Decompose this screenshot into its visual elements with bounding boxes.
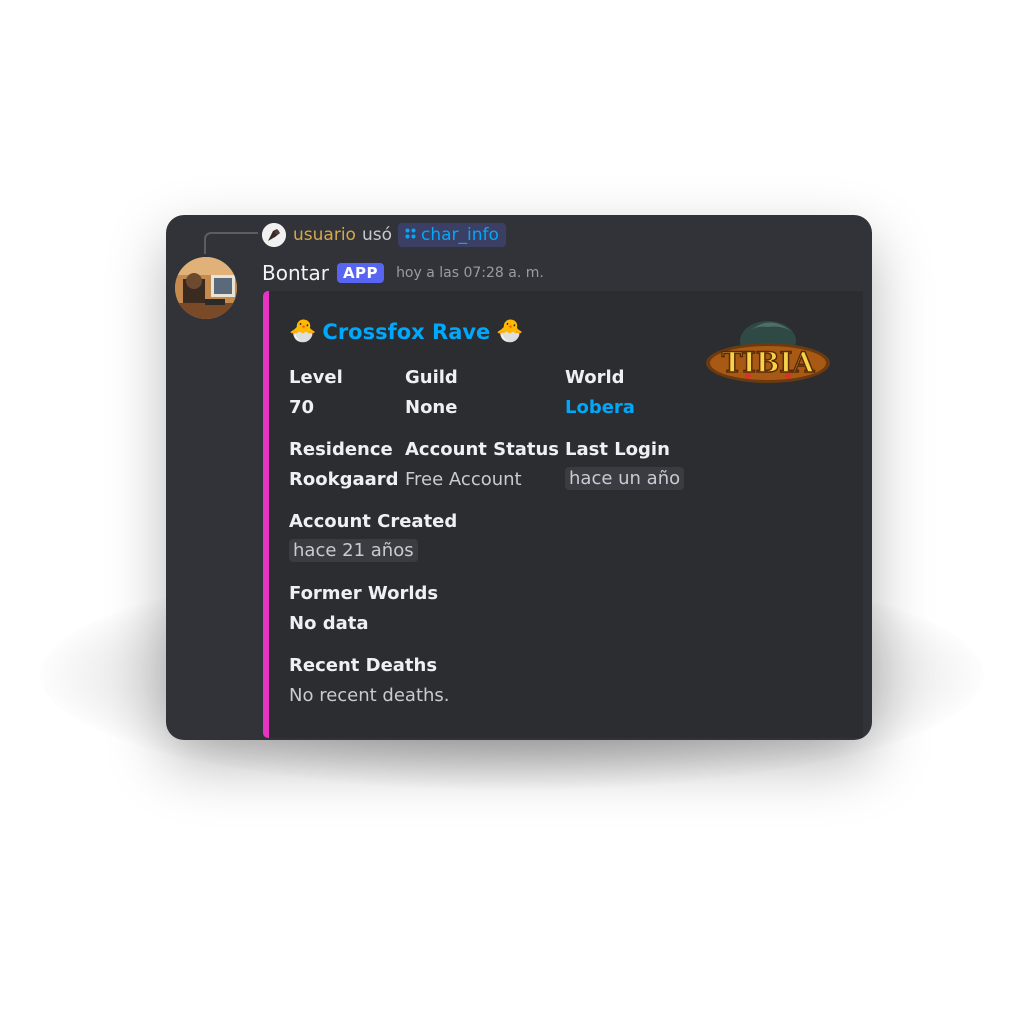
field-world: World Lobera — [565, 367, 635, 418]
field-recent-deaths: Recent Deaths No recent deaths. — [289, 655, 450, 706]
app-badge: APP — [336, 263, 385, 283]
message-timestamp[interactable]: hoy a las 07:28 a. m. — [396, 265, 544, 281]
world-link[interactable]: Lobera — [565, 397, 635, 418]
field-name: Guild — [405, 367, 458, 388]
embed-title[interactable]: 🐣 Crossfox Rave 🐣 — [289, 319, 524, 344]
reply-verb: usó — [361, 225, 392, 245]
character-name: Crossfox Rave — [322, 319, 491, 344]
field-name: Account Status — [405, 439, 559, 460]
reply-connector — [204, 232, 258, 254]
command-mention[interactable]: char_info — [397, 223, 506, 247]
field-former-worlds: Former Worlds No data — [289, 583, 438, 634]
field-name: Former Worlds — [289, 583, 439, 604]
message-header: Bontar APP hoy a las 07:28 a. m. — [262, 259, 544, 287]
field-value: No data — [289, 613, 369, 634]
field-account-created: Account Created hace 21 años — [289, 511, 457, 562]
character-embed: 🐣 Crossfox Rave 🐣 TIBIA Level 70 Guild N… — [263, 291, 863, 738]
field-name: World — [565, 367, 625, 388]
timestamp-value[interactable]: hace un año — [565, 467, 685, 490]
field-value: Free Account — [405, 469, 522, 490]
field-name: Level — [289, 367, 343, 388]
field-value: 70 — [289, 397, 315, 418]
reply-username[interactable]: usuario — [293, 225, 356, 245]
discord-message-card: usuario usó char_info Bontar APP hoy a l… — [166, 215, 872, 740]
slash-command-icon — [405, 228, 416, 242]
timestamp-value[interactable]: hace 21 años — [289, 539, 418, 562]
field-value: No recent deaths. — [289, 685, 450, 706]
field-name: Recent Deaths — [289, 655, 438, 676]
field-guild: Guild None — [405, 367, 458, 418]
command-reply-header: usuario usó char_info — [262, 219, 506, 251]
field-value: Rookgaard — [289, 469, 399, 490]
field-name: Last Login — [565, 439, 670, 460]
field-name: Account Created — [289, 511, 458, 532]
hatching-chick-icon: 🐣 — [289, 319, 317, 344]
command-name: char_info — [420, 225, 499, 245]
tibia-logo[interactable]: TIBIA — [703, 311, 833, 391]
tibia-logo-text: TIBIA — [722, 346, 816, 379]
field-last-login: Last Login hace un año — [565, 439, 685, 490]
user-avatar-icon[interactable] — [262, 223, 286, 247]
field-level: Level 70 — [289, 367, 343, 418]
hatching-chick-icon: 🐣 — [496, 319, 524, 344]
field-residence: Residence Rookgaard — [289, 439, 399, 490]
field-value: None — [405, 397, 458, 418]
bot-avatar[interactable] — [175, 257, 237, 319]
field-name: Residence — [289, 439, 393, 460]
bot-username[interactable]: Bontar — [262, 261, 329, 285]
field-account-status: Account Status Free Account — [405, 439, 559, 490]
